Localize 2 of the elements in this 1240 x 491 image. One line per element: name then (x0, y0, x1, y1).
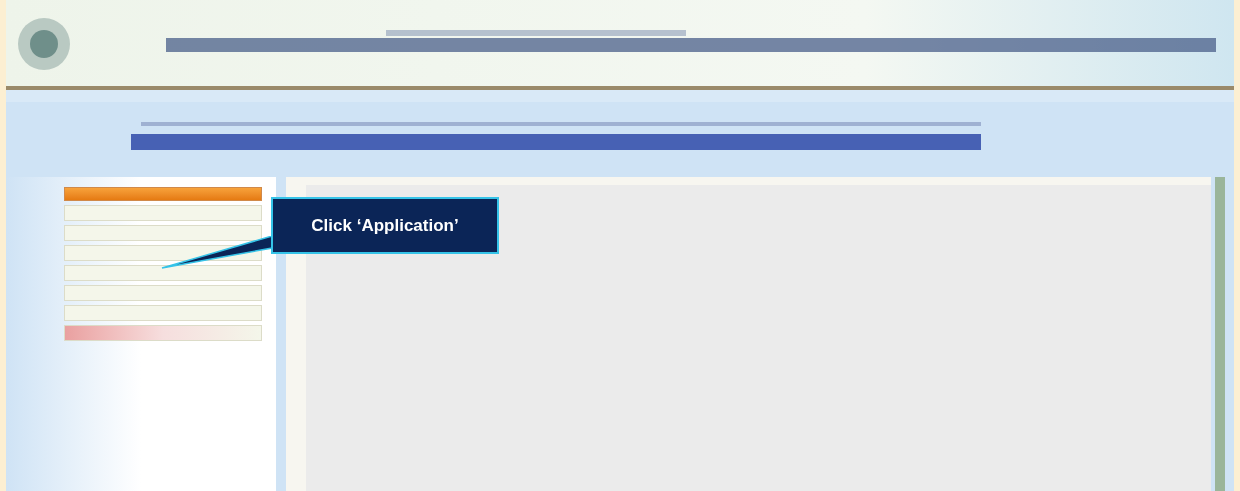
scrollbar[interactable] (1215, 177, 1225, 491)
callout-box: Click ‘Application’ (271, 197, 499, 254)
